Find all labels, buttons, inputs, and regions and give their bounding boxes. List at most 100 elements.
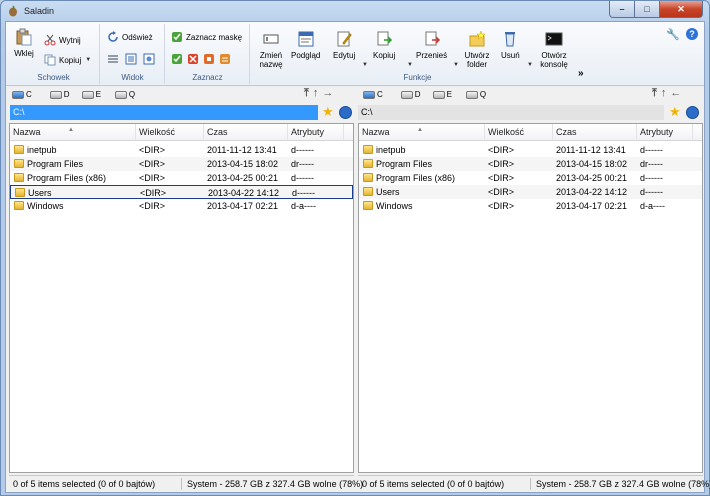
file-attributes: d------ bbox=[292, 188, 315, 198]
maximize-button[interactable]: □ bbox=[635, 1, 660, 18]
right-drive-d[interactable]: D bbox=[400, 90, 421, 99]
column-time-header[interactable]: Czas bbox=[204, 124, 288, 141]
column-attributes-header[interactable]: Atrybuty bbox=[288, 124, 344, 141]
details-view-icon[interactable] bbox=[125, 53, 137, 65]
forward-arrow-icon[interactable]: → bbox=[322, 87, 333, 100]
copy-dropdown-icon[interactable]: ▼ bbox=[85, 57, 91, 63]
refresh-button[interactable]: Odśwież bbox=[107, 31, 153, 43]
edit-dropdown-icon[interactable]: ▼ bbox=[362, 62, 368, 68]
column-name-header[interactable]: Nazwa ▲ bbox=[10, 124, 136, 141]
file-attributes: d-a---- bbox=[291, 201, 316, 211]
paste-button[interactable]: Wklej bbox=[12, 28, 36, 58]
column-name-label: Nazwa bbox=[362, 127, 390, 137]
select-same-icon[interactable] bbox=[219, 53, 231, 65]
select-mask-label: Zaznacz maskę bbox=[186, 32, 243, 42]
left-drive-d[interactable]: D bbox=[49, 90, 70, 99]
right-disk-status: System - 258.7 GB z 327.4 GB wolne (78%) bbox=[536, 479, 710, 489]
left-file-panel[interactable]: Nazwa ▲ Wielkość Czas Atrybuty inetpub <DI… bbox=[9, 123, 354, 473]
list-view-icon[interactable] bbox=[107, 53, 119, 65]
up-arrow-icon[interactable]: ↑ bbox=[313, 87, 319, 100]
drive-icon bbox=[114, 90, 127, 99]
drive-icon bbox=[400, 90, 413, 99]
left-status-bar: 0 of 5 items selected (0 of 0 bajtów) Sy… bbox=[9, 475, 363, 491]
right-drive-q[interactable]: Q bbox=[465, 90, 486, 99]
file-time: 2013-04-15 18:02 bbox=[556, 159, 628, 169]
column-attributes-header[interactable]: Atrybuty bbox=[637, 124, 693, 141]
history-icon[interactable] bbox=[339, 106, 352, 119]
right-path-field[interactable]: C:\ bbox=[358, 105, 664, 120]
delete-button[interactable]: Usuń bbox=[501, 30, 520, 60]
copy-clipboard-button[interactable]: Kopiuj ▼ bbox=[44, 54, 91, 66]
column-time-header[interactable]: Czas bbox=[553, 124, 637, 141]
file-row[interactable]: Windows <DIR> 2013-04-17 02:21 d-a---- bbox=[359, 199, 702, 213]
invert-selection-icon[interactable] bbox=[203, 53, 215, 65]
delete-dropdown-icon[interactable]: ▼ bbox=[527, 62, 533, 68]
column-size-header[interactable]: Wielkość bbox=[485, 124, 553, 141]
up-arrow-icon[interactable]: ↑ bbox=[661, 87, 667, 100]
minimize-button[interactable]: – bbox=[609, 1, 635, 18]
left-path-field[interactable]: C:\ bbox=[10, 105, 318, 120]
create-folder-button[interactable]: Utwórz folder bbox=[463, 30, 491, 69]
favorites-star-icon[interactable]: ★ bbox=[669, 105, 681, 119]
preview-button[interactable]: Podgląd bbox=[291, 30, 320, 60]
more-commands-button[interactable]: » bbox=[578, 68, 584, 79]
right-drive-e[interactable]: E bbox=[432, 90, 452, 99]
left-disk-status: System - 258.7 GB z 327.4 GB wolne (78%) bbox=[187, 479, 364, 489]
left-drive-c[interactable]: C bbox=[12, 90, 32, 99]
file-row[interactable]: Program Files (x86) <DIR> 2013-04-25 00:21… bbox=[359, 171, 702, 185]
move-dropdown-icon[interactable]: ▼ bbox=[453, 62, 459, 68]
select-all-icon[interactable] bbox=[171, 53, 183, 65]
help-icon[interactable]: ? bbox=[686, 28, 698, 40]
favorites-star-icon[interactable]: ★ bbox=[322, 105, 334, 119]
open-console-button[interactable]: Otwórz konsolę bbox=[536, 30, 572, 69]
recycle-bin-icon bbox=[505, 32, 516, 47]
copy-files-dropdown-icon[interactable]: ▼ bbox=[407, 62, 413, 68]
column-size-header[interactable]: Wielkość bbox=[136, 124, 204, 141]
sort-ascending-icon: ▲ bbox=[68, 127, 74, 133]
deselect-all-icon[interactable] bbox=[187, 53, 199, 65]
preview-icon bbox=[298, 31, 314, 47]
new-folder-icon bbox=[469, 30, 486, 47]
root-icon[interactable]: ⤒ bbox=[652, 87, 657, 100]
file-time: 2011-11-12 13:41 bbox=[556, 145, 626, 155]
cut-button[interactable]: Wytnij bbox=[44, 34, 81, 46]
file-size: <DIR> bbox=[488, 145, 515, 155]
right-drive-bar: C D E Q bbox=[363, 88, 486, 101]
history-icon[interactable] bbox=[686, 106, 699, 119]
ribbon: Wklej Wytnij Kopiuj ▼ Schowek Odśwież Wi… bbox=[6, 22, 704, 86]
title-bar[interactable]: Saladin – □ ✕ bbox=[1, 1, 709, 21]
edit-button[interactable]: Edytuj bbox=[333, 30, 355, 60]
options-icon[interactable]: 🔧 bbox=[666, 28, 680, 41]
rename-button[interactable]: Zmień nazwę bbox=[257, 30, 285, 69]
back-arrow-icon[interactable]: ← bbox=[670, 87, 681, 100]
file-row[interactable]: inetpub <DIR> 2011-11-12 13:41 d------ bbox=[359, 143, 702, 157]
copy-files-button[interactable]: Kopiuj bbox=[373, 30, 395, 60]
file-row[interactable]: Program Files <DIR> 2013-04-15 18:02 dr----… bbox=[359, 157, 702, 171]
drive-icon bbox=[49, 90, 62, 99]
left-drive-q[interactable]: Q bbox=[114, 90, 135, 99]
file-row[interactable]: Users <DIR> 2013-04-22 14:12 d------ bbox=[10, 185, 353, 199]
left-drive-e[interactable]: E bbox=[81, 90, 101, 99]
folder-icon bbox=[14, 145, 24, 154]
column-name-header[interactable]: Nazwa ▲ bbox=[359, 124, 485, 141]
root-icon[interactable]: ⤒ bbox=[304, 87, 309, 100]
left-nav-buttons: ⤒ ↑ → bbox=[304, 87, 333, 100]
thumbnail-view-icon[interactable] bbox=[143, 53, 155, 65]
file-row[interactable]: Windows <DIR> 2013-04-17 02:21 d-a---- bbox=[10, 199, 353, 213]
move-button[interactable]: Przenieś bbox=[416, 30, 447, 60]
left-drive-bar: C D E Q bbox=[12, 88, 135, 101]
select-group-label: Zaznacz bbox=[192, 73, 223, 82]
right-drive-c[interactable]: C bbox=[363, 90, 383, 99]
file-row[interactable]: Program Files (x86) <DIR> 2013-04-25 00:21… bbox=[10, 171, 353, 185]
file-row[interactable]: Users <DIR> 2013-04-22 14:12 d------ bbox=[359, 185, 702, 199]
file-attributes: d-a---- bbox=[640, 201, 665, 211]
select-mask-button[interactable]: Zaznacz maskę bbox=[171, 31, 242, 43]
close-button[interactable]: ✕ bbox=[660, 1, 703, 18]
right-file-panel[interactable]: Nazwa ▲ Wielkość Czas Atrybuty inetpub <DI… bbox=[358, 123, 703, 473]
folder-icon bbox=[363, 159, 373, 168]
file-row[interactable]: inetpub <DIR> 2011-11-12 13:41 d------ bbox=[10, 143, 353, 157]
file-row[interactable]: Program Files <DIR> 2013-04-15 18:02 dr----… bbox=[10, 157, 353, 171]
move-label: Przenieś bbox=[416, 51, 448, 60]
folder-icon bbox=[363, 173, 373, 182]
column-time-label: Czas bbox=[207, 127, 228, 137]
